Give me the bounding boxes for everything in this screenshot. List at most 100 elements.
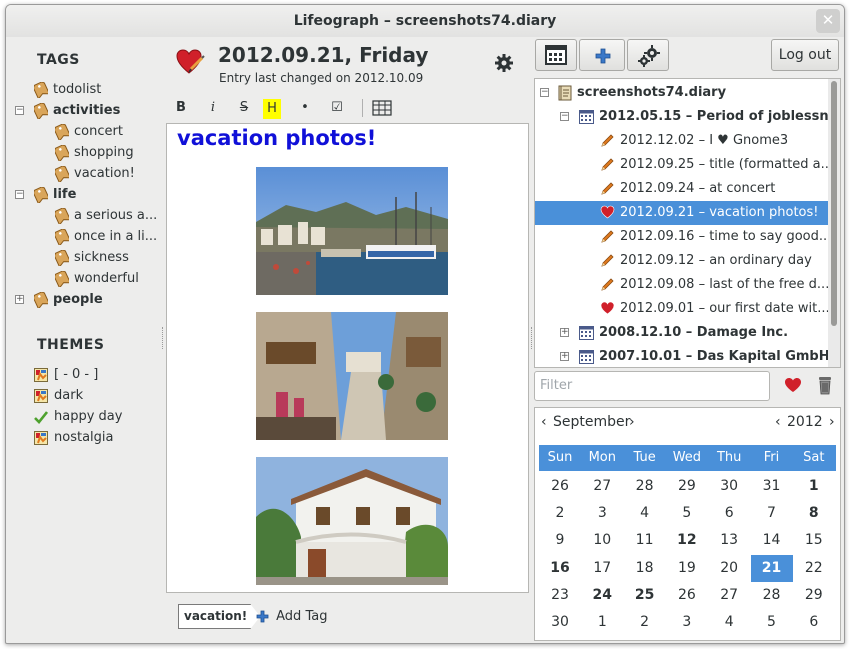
tree-expander[interactable]: − xyxy=(560,112,569,121)
bullet-list-button[interactable]: • xyxy=(294,97,316,119)
calendar-day[interactable]: 29 xyxy=(666,473,708,500)
logout-button[interactable]: Log out xyxy=(771,39,839,71)
diary-entry-row[interactable]: 2012.09.16 – time to say good... xyxy=(535,225,831,249)
diary-entry-row[interactable]: − screenshots74.diary xyxy=(535,81,828,105)
calendar-day[interactable]: 18 xyxy=(624,555,666,582)
add-entry-button[interactable] xyxy=(579,39,625,71)
calendar-day[interactable]: 2 xyxy=(539,500,581,527)
bold-button[interactable]: B xyxy=(170,97,192,119)
calendar-day[interactable]: 14 xyxy=(751,527,793,554)
tag-item[interactable]: a serious a... xyxy=(55,205,157,226)
italic-button[interactable]: i xyxy=(202,97,224,119)
calendar-day[interactable]: 6 xyxy=(708,500,750,527)
calendar-day[interactable]: 17 xyxy=(581,555,623,582)
tag-expander[interactable]: − xyxy=(15,190,24,199)
prev-year-button[interactable]: ‹ xyxy=(775,414,781,430)
diary-tree[interactable]: − screenshots74.diary − 2012.05.15 – Period… xyxy=(534,78,841,368)
add-tag-button[interactable]: Add Tag xyxy=(256,609,327,624)
tag-item[interactable]: sickness xyxy=(55,247,129,268)
calendar-day[interactable]: 9 xyxy=(539,527,581,554)
calendar-view-button[interactable] xyxy=(535,39,577,71)
diary-entry-row[interactable]: 2012.09.21 – vacation photos! xyxy=(535,201,828,225)
diary-entry-row[interactable]: 2012.09.01 – our first date wit... xyxy=(535,297,830,321)
calendar-day[interactable]: 15 xyxy=(793,527,835,554)
theme-item[interactable]: happy day xyxy=(34,406,122,427)
filter-trash-button[interactable] xyxy=(817,375,833,395)
prev-month-button[interactable]: ‹ xyxy=(541,414,547,430)
calendar-day[interactable]: 5 xyxy=(666,500,708,527)
calendar-day[interactable]: 19 xyxy=(666,555,708,582)
tag-item[interactable]: activities xyxy=(34,100,120,121)
calendar-day[interactable]: 3 xyxy=(666,609,708,636)
calendar-day[interactable]: 4 xyxy=(624,500,666,527)
highlight-button[interactable]: H xyxy=(263,99,281,119)
calendar-day[interactable]: 25 xyxy=(624,582,666,609)
table-icon[interactable] xyxy=(372,100,392,116)
diary-entry-row[interactable]: +2008.12.10 – Damage Inc. xyxy=(535,321,828,345)
calendar-day[interactable]: 27 xyxy=(708,582,750,609)
tag-chip-vacation[interactable]: vacation! xyxy=(178,604,261,629)
calendar-day[interactable]: 12 xyxy=(666,527,708,554)
calendar-day[interactable]: 30 xyxy=(708,473,750,500)
diary-entry-row[interactable]: +2007.10.01 – Das Kapital GmbH xyxy=(535,345,830,367)
calendar-day[interactable]: 22 xyxy=(793,555,835,582)
tag-item[interactable]: vacation! xyxy=(55,163,135,184)
calendar-day[interactable]: 2 xyxy=(624,609,666,636)
calendar-day[interactable]: 28 xyxy=(624,473,666,500)
calendar-day[interactable]: 16 xyxy=(539,555,581,582)
scrollbar-thumb[interactable] xyxy=(831,81,837,326)
calendar-day[interactable]: 8 xyxy=(793,500,835,527)
tag-item[interactable]: wonderful xyxy=(55,268,139,289)
strikethrough-button[interactable]: S xyxy=(233,97,255,119)
calendar-day[interactable]: 4 xyxy=(708,609,750,636)
calendar-day[interactable]: 30 xyxy=(539,609,581,636)
tag-expander[interactable]: − xyxy=(15,106,24,115)
calendar-day[interactable]: 23 xyxy=(539,582,581,609)
calendar-day[interactable]: 24 xyxy=(581,582,623,609)
diary-entry-row[interactable]: 2012.09.24 – at concert xyxy=(535,177,828,201)
calendar-day[interactable]: 1 xyxy=(793,473,835,500)
calendar-day[interactable]: 26 xyxy=(539,473,581,500)
tree-expander[interactable]: + xyxy=(560,328,569,337)
calendar-day[interactable]: 26 xyxy=(666,582,708,609)
close-button[interactable]: ✕ xyxy=(816,9,840,33)
theme-item[interactable]: nostalgia xyxy=(34,427,113,448)
diary-entry-row[interactable]: 2012.09.12 – an ordinary day xyxy=(535,249,828,273)
tag-expander[interactable]: + xyxy=(15,295,24,304)
calendar-day[interactable]: 7 xyxy=(751,500,793,527)
diary-entry-row[interactable]: 2012.09.25 – title (formatted a... xyxy=(535,153,833,177)
heart-icon[interactable] xyxy=(175,47,205,77)
diary-entry-row[interactable]: 2012.12.02 – I ♥ Gnome3 xyxy=(535,129,828,153)
tag-item[interactable]: people xyxy=(34,289,103,310)
right-splitter-grip[interactable] xyxy=(531,327,533,349)
theme-item[interactable]: dark xyxy=(34,385,83,406)
next-month-button[interactable]: › xyxy=(629,414,635,430)
tag-item[interactable]: shopping xyxy=(55,142,134,163)
filter-favorites-button[interactable] xyxy=(784,377,802,393)
tag-item[interactable]: concert xyxy=(55,121,123,142)
calendar-day[interactable]: 20 xyxy=(708,555,750,582)
calendar-day[interactable]: 11 xyxy=(624,527,666,554)
calendar-day[interactable]: 13 xyxy=(708,527,750,554)
theme-item[interactable]: [ - 0 - ] xyxy=(34,364,98,385)
tag-item[interactable]: todolist xyxy=(34,79,101,100)
entry-editor[interactable]: vacation photos! xyxy=(166,123,529,593)
diary-settings-button[interactable] xyxy=(627,39,669,71)
tag-item[interactable]: life xyxy=(34,184,76,205)
calendar-day[interactable]: 10 xyxy=(581,527,623,554)
diary-entry-row[interactable]: − 2012.05.15 – Period of joblessn... xyxy=(535,105,840,129)
checkbox-button[interactable]: ☑ xyxy=(326,97,348,119)
next-year-button[interactable]: › xyxy=(829,414,835,430)
calendar-day[interactable]: 29 xyxy=(793,582,835,609)
tag-item[interactable]: once in a li... xyxy=(55,226,157,247)
diary-entry-row[interactable]: 2012.09.08 – last of the free d... xyxy=(535,273,829,297)
entry-settings-button[interactable] xyxy=(494,53,514,73)
calendar-day[interactable]: 21 xyxy=(750,554,793,582)
calendar-day[interactable]: 28 xyxy=(751,582,793,609)
filter-input[interactable]: Filter xyxy=(534,371,770,401)
calendar-day[interactable]: 5 xyxy=(751,609,793,636)
diary-tree-scrollbar[interactable] xyxy=(828,79,840,367)
tree-expander[interactable]: − xyxy=(540,88,549,97)
calendar-day[interactable]: 1 xyxy=(581,609,623,636)
calendar-day[interactable]: 3 xyxy=(581,500,623,527)
